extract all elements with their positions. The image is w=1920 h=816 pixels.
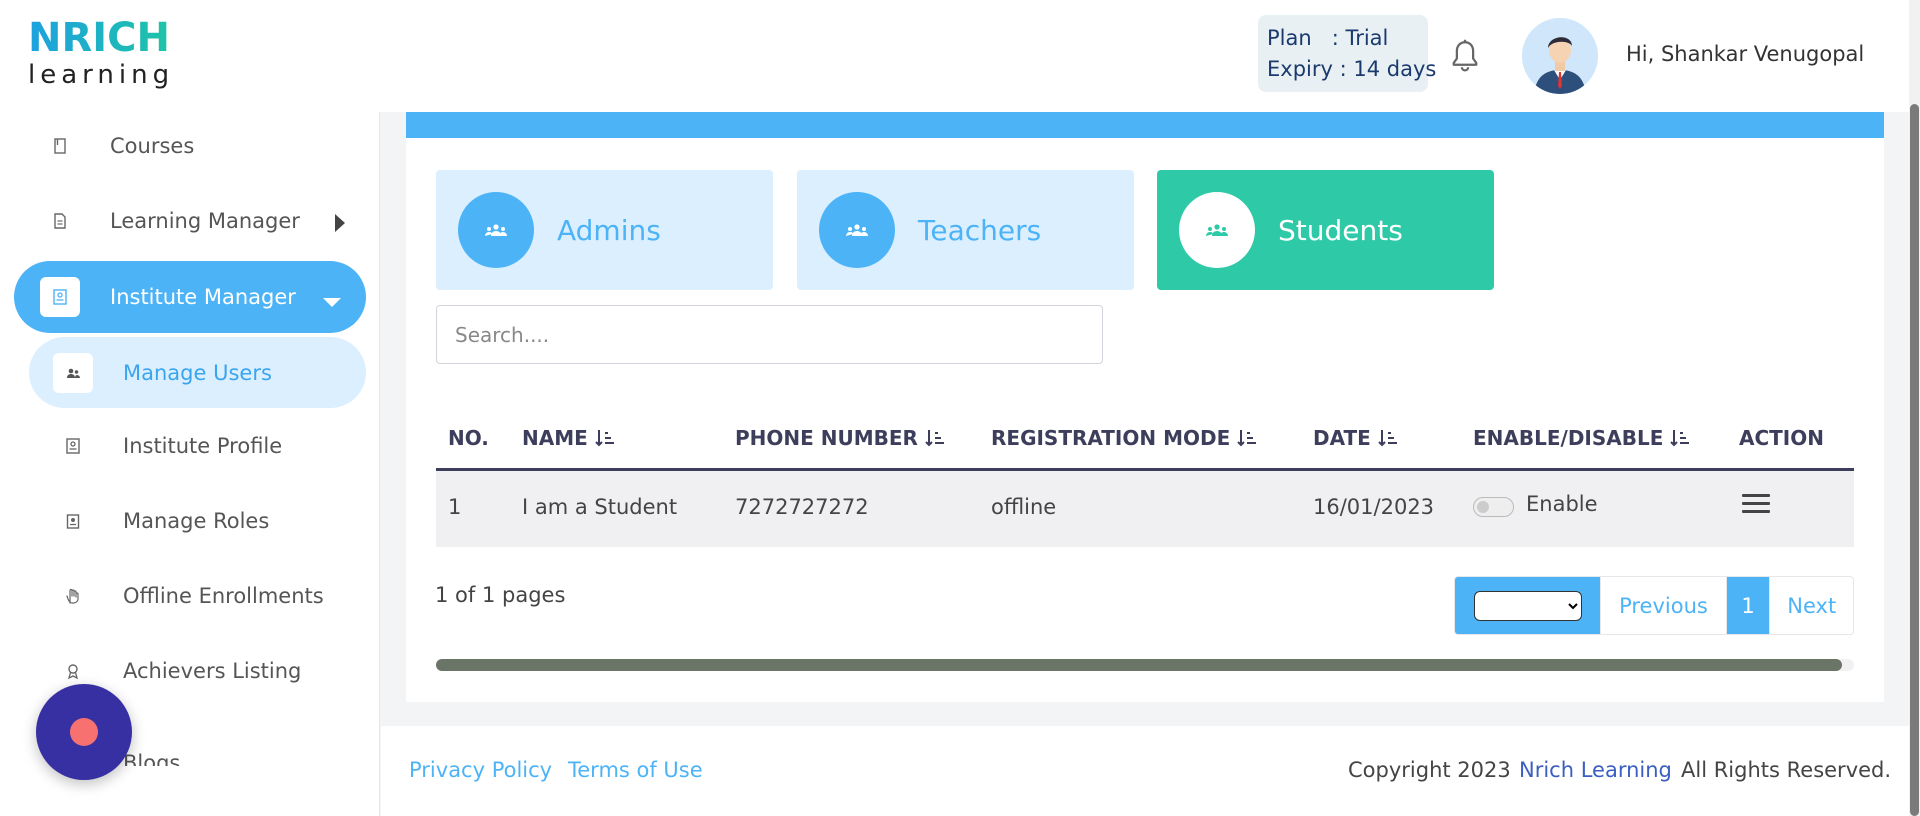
column-header-registration-mode[interactable]: REGISTRATION MODE bbox=[991, 426, 1258, 450]
cell-name: I am a Student bbox=[522, 495, 678, 519]
user-avatar[interactable] bbox=[1522, 18, 1598, 94]
toggle-label: Enable bbox=[1526, 492, 1598, 516]
column-header-name[interactable]: NAME bbox=[522, 426, 616, 450]
column-header-no: NO. bbox=[448, 426, 489, 450]
pagination-summary: 1 of 1 pages bbox=[435, 583, 566, 607]
tab-label: Admins bbox=[557, 213, 661, 247]
column-header-action: ACTION bbox=[1739, 426, 1824, 450]
sidebar-item-label: Offline Enrollments bbox=[123, 584, 324, 608]
sort-icon[interactable] bbox=[1236, 427, 1258, 449]
sidebar-item-label: Blogs bbox=[123, 751, 181, 766]
user-greeting[interactable]: Hi, Shankar Venugopal bbox=[1626, 42, 1864, 66]
toggle-knob bbox=[1477, 501, 1489, 513]
column-header-label: ACTION bbox=[1739, 426, 1824, 450]
cell-registration-mode: offline bbox=[991, 495, 1057, 519]
sidebar-item-learning-manager[interactable]: Learning Manager bbox=[40, 201, 300, 241]
page-scrollbar[interactable] bbox=[1909, 0, 1920, 816]
column-header-label: PHONE NUMBER bbox=[735, 426, 918, 450]
column-header-phone[interactable]: PHONE NUMBER bbox=[735, 426, 946, 450]
column-header-label: ENABLE/DISABLE bbox=[1473, 426, 1664, 450]
next-button[interactable]: Next bbox=[1769, 577, 1853, 634]
sidebar-item-label: Achievers Listing bbox=[123, 659, 302, 683]
sidebar-item-label: Institute Profile bbox=[123, 434, 283, 458]
page-scrollbar-thumb[interactable] bbox=[1910, 104, 1919, 816]
sidebar-item-offline-enrollments[interactable]: Offline Enrollments bbox=[53, 576, 324, 616]
table-horizontal-scrollbar[interactable] bbox=[436, 659, 1854, 671]
copyright-text: Copyright 2023 bbox=[1348, 758, 1511, 782]
bell-icon[interactable] bbox=[1450, 38, 1480, 74]
tab-label: Teachers bbox=[918, 213, 1042, 247]
tab-admins[interactable]: Admins bbox=[436, 170, 773, 290]
sidebar-item-institute-manager[interactable]: Institute Manager bbox=[14, 261, 366, 333]
expiry-line: Expiry : 14 days bbox=[1267, 57, 1437, 81]
logo-subtitle: learning bbox=[28, 60, 175, 90]
column-header-label: NAME bbox=[522, 426, 588, 450]
column-header-label: DATE bbox=[1313, 426, 1371, 450]
users-icon bbox=[53, 352, 93, 393]
terms-of-use-link[interactable]: Terms of Use bbox=[568, 758, 703, 782]
nrich-logo[interactable]: NRICH learning bbox=[28, 18, 188, 94]
group-icon bbox=[1179, 192, 1255, 268]
sidebar-item-courses[interactable]: Courses bbox=[40, 126, 194, 166]
profile-icon bbox=[53, 426, 93, 466]
search-input[interactable] bbox=[436, 305, 1103, 364]
sort-icon[interactable] bbox=[594, 427, 616, 449]
company-link[interactable]: Nrich Learning bbox=[1519, 758, 1672, 782]
logo-wordmark: NRICH bbox=[28, 18, 188, 58]
chat-launcher-button[interactable] bbox=[36, 684, 132, 780]
tab-students[interactable]: Students bbox=[1157, 170, 1494, 290]
caret-down-icon[interactable] bbox=[323, 298, 341, 307]
plan-line: Plan : Trial bbox=[1267, 26, 1389, 50]
sidebar-item-manage-users[interactable]: Manage Users bbox=[29, 337, 366, 408]
top-header: NRICH learning Plan : Trial Expiry : 14 … bbox=[0, 0, 1909, 112]
pagination-control: Previous 1 Next bbox=[1454, 576, 1854, 635]
sidebar-item-label: Learning Manager bbox=[110, 209, 300, 233]
sidebar-item-label: Manage Users bbox=[123, 360, 272, 385]
column-header-enable-disable[interactable]: ENABLE/DISABLE bbox=[1473, 426, 1691, 450]
badge-icon bbox=[53, 501, 93, 541]
caret-right-icon[interactable] bbox=[335, 214, 345, 232]
horizontal-scrollbar-thumb[interactable] bbox=[436, 659, 1842, 671]
document-icon bbox=[40, 201, 80, 241]
sort-icon[interactable] bbox=[924, 427, 946, 449]
sort-icon[interactable] bbox=[1669, 427, 1691, 449]
enable-toggle[interactable] bbox=[1473, 497, 1514, 517]
page-size-wrapper bbox=[1455, 577, 1601, 634]
tab-teachers[interactable]: Teachers bbox=[797, 170, 1134, 290]
sidebar-item-label: Courses bbox=[110, 134, 195, 158]
sidebar-item-institute-profile[interactable]: Institute Profile bbox=[53, 426, 282, 466]
card-accent-bar bbox=[406, 112, 1884, 138]
cell-phone: 7272727272 bbox=[735, 495, 869, 519]
group-icon bbox=[819, 192, 895, 268]
chat-notification-dot bbox=[70, 718, 98, 746]
cell-date: 16/01/2023 bbox=[1313, 495, 1435, 519]
previous-button[interactable]: Previous bbox=[1600, 577, 1725, 634]
column-header-date[interactable]: DATE bbox=[1313, 426, 1399, 450]
book-icon bbox=[40, 126, 80, 166]
sidebar-item-manage-roles[interactable]: Manage Roles bbox=[53, 501, 269, 541]
sidebar-item-label: Manage Roles bbox=[123, 509, 270, 533]
rights-text: All Rights Reserved. bbox=[1681, 758, 1892, 782]
tab-label: Students bbox=[1278, 213, 1403, 247]
sidebar-item-label: Institute Manager bbox=[110, 285, 296, 309]
hand-icon bbox=[53, 576, 93, 616]
sort-icon[interactable] bbox=[1377, 427, 1399, 449]
page-number-button[interactable]: 1 bbox=[1725, 577, 1770, 634]
column-header-label: REGISTRATION MODE bbox=[991, 426, 1231, 450]
cell-no: 1 bbox=[448, 495, 462, 519]
plan-info: Plan : Trial Expiry : 14 days bbox=[1258, 15, 1437, 92]
column-header-label: NO. bbox=[448, 426, 489, 450]
hamburger-menu-icon[interactable] bbox=[1742, 494, 1770, 514]
group-icon bbox=[458, 192, 534, 268]
privacy-policy-link[interactable]: Privacy Policy bbox=[409, 758, 552, 782]
id-card-icon bbox=[40, 277, 80, 317]
page-size-select[interactable] bbox=[1473, 590, 1582, 621]
